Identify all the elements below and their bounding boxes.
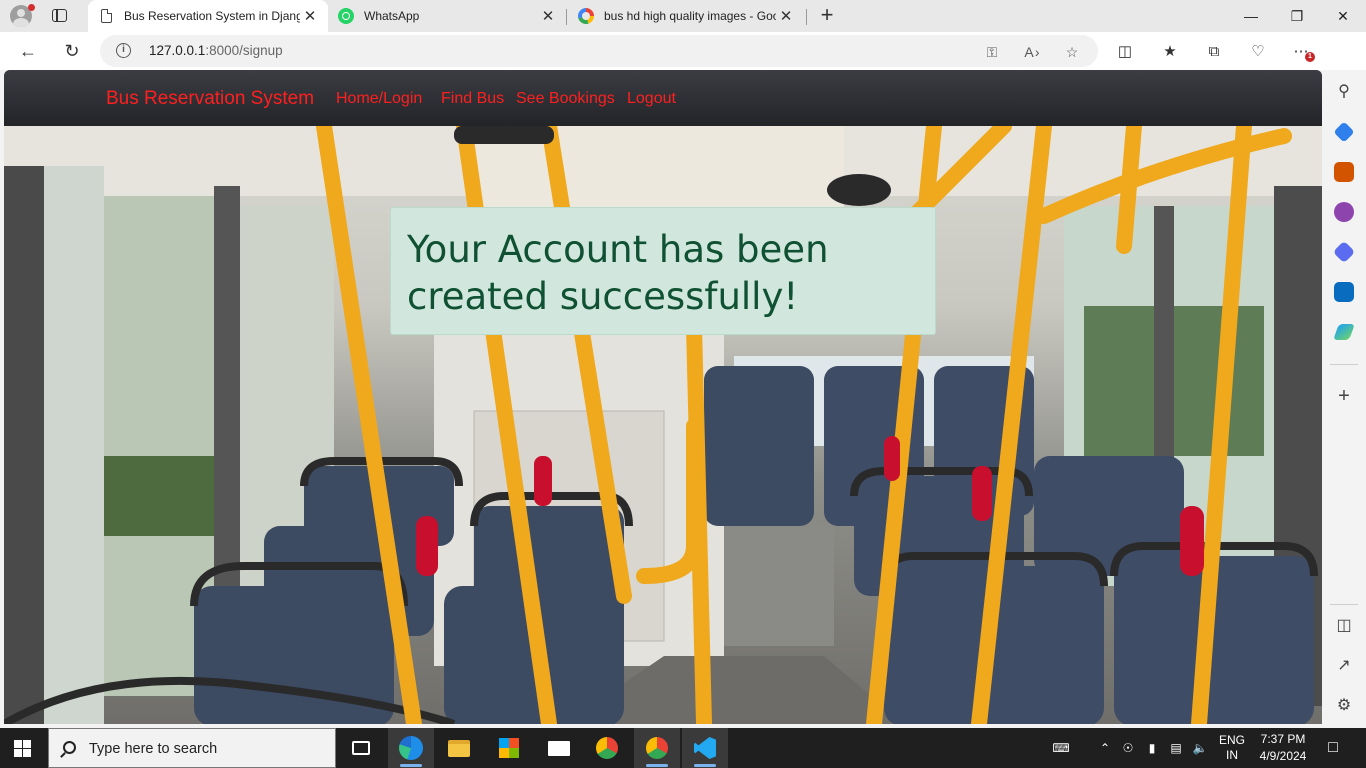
chrome-profile-icon[interactable] <box>634 728 680 768</box>
chrome-icon[interactable] <box>584 728 630 768</box>
nav-find-bus[interactable]: Find Bus <box>441 90 504 108</box>
tab-whatsapp[interactable]: WhatsApp ✕ <box>328 0 566 32</box>
close-tab-icon[interactable]: ✕ <box>300 7 320 25</box>
language-code: ENG <box>1218 733 1245 747</box>
read-aloud-icon[interactable]: A › <box>1022 42 1042 62</box>
sidebar-divider <box>1330 364 1358 365</box>
nav-see-bookings[interactable]: See Bookings <box>516 90 615 108</box>
collections-icon[interactable]: ⧉ <box>1203 41 1225 63</box>
language-indicator[interactable]: ENG IN <box>1212 728 1252 768</box>
add-icon[interactable]: + <box>1334 386 1354 406</box>
tab-title: Bus Reservation System in Djang <box>124 9 300 23</box>
edge-taskbar-icon[interactable] <box>388 728 434 768</box>
url-host: 127.0.0.1 <box>149 43 206 58</box>
back-arrow-icon[interactable]: ← <box>14 38 42 64</box>
task-view-icon[interactable] <box>338 728 384 768</box>
network-icon[interactable]: ▤ <box>1166 728 1186 768</box>
close-tab-icon[interactable]: ✕ <box>776 7 796 25</box>
mail-icon[interactable] <box>536 728 582 768</box>
minimize-button[interactable]: — <box>1228 0 1274 32</box>
site-brand[interactable]: Bus Reservation System <box>106 88 314 110</box>
site-navbar: Bus Reservation System Home/Login Find B… <box>4 70 1322 126</box>
refresh-icon[interactable]: ↻ <box>58 38 86 64</box>
whatsapp-icon <box>338 8 354 24</box>
region-code: IN <box>1226 748 1238 762</box>
show-hidden-icons-chevron[interactable]: ⌃ <box>1096 728 1114 768</box>
sidebar-divider <box>1330 604 1358 605</box>
drop-icon[interactable] <box>1333 324 1355 340</box>
outlook-icon[interactable] <box>1334 282 1354 302</box>
new-tab-button[interactable]: + <box>814 2 840 28</box>
vscode-icon[interactable] <box>682 728 728 768</box>
windows-start-icon[interactable] <box>14 740 31 757</box>
profile-notification-dot <box>28 4 35 11</box>
tab-bus-reservation[interactable]: Bus Reservation System in Djang ✕ <box>88 0 328 32</box>
taskbar-search-box[interactable]: Type here to search <box>48 728 336 768</box>
google-icon <box>578 8 594 24</box>
microsoft-store-icon[interactable] <box>486 728 532 768</box>
tools-icon[interactable] <box>1334 162 1354 182</box>
tab-title: WhatsApp <box>364 9 420 23</box>
battery-icon[interactable]: ▮ <box>1142 728 1162 768</box>
clock-date: 4/9/2024 <box>1259 749 1307 763</box>
nav-logout[interactable]: Logout <box>627 90 676 108</box>
file-explorer-icon[interactable] <box>436 728 482 768</box>
close-tab-icon[interactable]: ✕ <box>538 7 558 25</box>
browser-toolbar: ← ↻ i 127.0.0.1:8000/signup ⚿ A › ☆ ◫ ★ … <box>0 32 1366 94</box>
address-bar[interactable]: i 127.0.0.1:8000/signup ⚿ A › ☆ <box>100 35 1098 67</box>
tab-actions-icon[interactable] <box>50 7 70 25</box>
search-icon <box>63 741 76 754</box>
notification-center-icon[interactable]: □ <box>1320 728 1346 768</box>
microsoft-365-icon[interactable] <box>1332 240 1356 264</box>
search-placeholder: Type here to search <box>89 741 218 757</box>
notification-badge: 1 <box>1305 52 1315 62</box>
external-link-icon[interactable]: ↗ <box>1334 656 1354 676</box>
url-path: :8000/signup <box>205 43 283 58</box>
nav-home-login[interactable]: Home/Login <box>336 90 422 108</box>
restore-button[interactable]: ❐ <box>1274 0 1320 32</box>
shopping-tag-icon[interactable] <box>1333 121 1355 143</box>
tab-separator <box>566 9 567 25</box>
split-screen-icon[interactable]: ◫ <box>1114 41 1136 63</box>
meet-now-icon[interactable]: ☉ <box>1118 728 1138 768</box>
tab-title: bus hd high quality images - Goo <box>604 9 776 23</box>
tab-separator <box>806 9 807 25</box>
clock-time: 7:37 PM <box>1260 732 1306 746</box>
search-icon[interactable]: ⚲ <box>1334 82 1354 102</box>
success-alert: Your Account has been created successful… <box>390 207 936 335</box>
games-icon[interactable] <box>1334 202 1354 222</box>
close-window-button[interactable]: ✕ <box>1320 0 1366 32</box>
browser-essentials-icon[interactable]: ♡ <box>1247 41 1269 63</box>
keyboard-icon[interactable]: ⌨ <box>1046 728 1076 768</box>
tab-google-images[interactable]: bus hd high quality images - Goo ✕ <box>568 0 804 32</box>
site-info-icon[interactable]: i <box>116 43 131 58</box>
key-icon[interactable]: ⚿ <box>982 42 1002 62</box>
hide-sidebar-icon[interactable]: ◫ <box>1334 616 1354 636</box>
clock[interactable]: 7:37 PM 4/9/2024 <box>1252 728 1314 768</box>
success-message: Your Account has been created successful… <box>407 228 829 318</box>
volume-icon[interactable]: 🔈 <box>1190 728 1210 768</box>
document-icon <box>98 8 114 24</box>
tab-strip: Bus Reservation System in Djang ✕ WhatsA… <box>0 0 1366 32</box>
edge-sidebar: ⚲ + ◫ ↗ ⚙ <box>1322 70 1366 728</box>
windows-taskbar: Type here to search ⌨ ⌃ ☉ ▮ ▤ 🔈 ENG IN 7… <box>0 728 1366 768</box>
favorite-star-icon[interactable]: ☆ <box>1062 42 1082 62</box>
settings-gear-icon[interactable]: ⚙ <box>1334 696 1354 716</box>
favorites-icon[interactable]: ★ <box>1159 41 1181 63</box>
url-text[interactable]: 127.0.0.1:8000/signup <box>149 43 283 58</box>
web-page: Bus Reservation System Home/Login Find B… <box>4 70 1322 724</box>
